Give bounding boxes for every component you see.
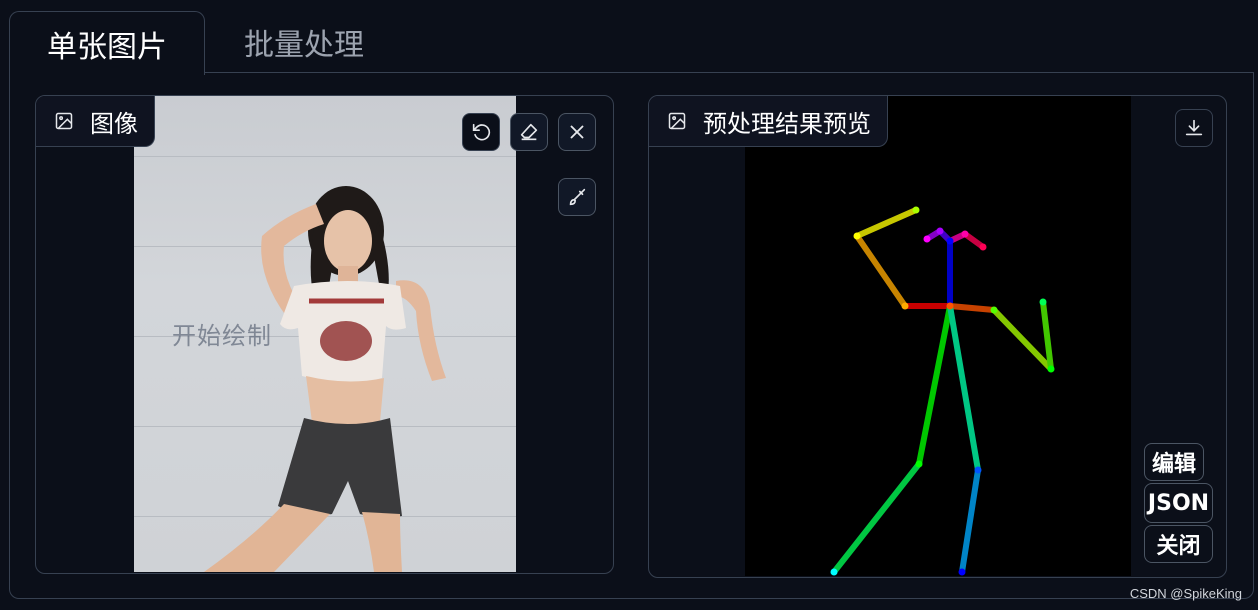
input-image-label: 图像 (36, 96, 155, 147)
undo-icon (472, 123, 491, 141)
image-icon (668, 112, 686, 130)
input-image-label-text: 图像 (90, 109, 138, 138)
tab-single-image[interactable]: 单张图片 (9, 11, 205, 75)
download-button[interactable] (1175, 109, 1213, 147)
watermark: CSDN @SpikeKing (1129, 586, 1242, 601)
eraser-icon (520, 123, 538, 141)
pose-preview-canvas (745, 96, 1131, 576)
undo-button[interactable] (462, 113, 500, 151)
preview-block: 预处理结果预览 编辑 JSON 关闭 (648, 95, 1227, 578)
download-icon (1185, 119, 1203, 136)
start-drawing-hint: 开始绘制 (172, 322, 272, 350)
preview-label: 预处理结果预览 (649, 96, 888, 147)
input-image-block: 图像 开始绘制 (35, 95, 614, 574)
brush-button[interactable] (558, 178, 596, 216)
preview-label-text: 预处理结果预览 (703, 109, 871, 138)
edit-button[interactable]: 编辑 (1144, 443, 1204, 481)
close-button[interactable]: 关闭 (1144, 525, 1213, 563)
tab-batch-processing[interactable]: 批量处理 (214, 11, 394, 73)
brush-icon (569, 188, 586, 206)
json-button[interactable]: JSON (1144, 483, 1213, 523)
image-icon (55, 112, 73, 130)
close-icon (570, 125, 584, 139)
openpose-skeleton (830, 206, 1055, 576)
tab-bar: 单张图片 批量处理 (0, 0, 1258, 75)
eraser-button[interactable] (510, 113, 548, 151)
clear-button[interactable] (558, 113, 596, 151)
